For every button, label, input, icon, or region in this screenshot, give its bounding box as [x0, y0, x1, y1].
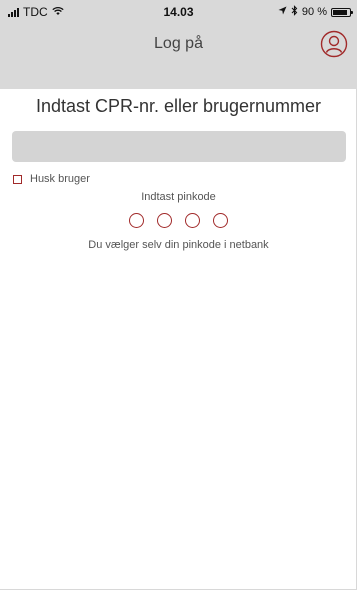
cpr-user-input[interactable] — [12, 131, 346, 162]
login-screen: TDC 14.03 90 % Log på Indtast CPR-nr. el… — [0, 0, 357, 590]
page-title: Log på — [154, 35, 203, 52]
user-profile-icon — [320, 30, 348, 58]
pin-digit-3 — [185, 213, 200, 228]
pin-digit-4 — [213, 213, 228, 228]
battery-percent: 90 % — [301, 6, 327, 18]
navigation-bar: Log på — [0, 22, 357, 67]
remember-user-toggle[interactable]: Husk bruger — [13, 173, 357, 185]
pin-label: Indtast pinkode — [141, 191, 216, 203]
battery-icon — [331, 7, 353, 17]
remember-label: Husk bruger — [30, 173, 90, 185]
pin-entry[interactable] — [0, 213, 357, 228]
remember-checkbox[interactable] — [13, 174, 22, 184]
bluetooth-icon — [291, 5, 298, 19]
status-right: 90 % — [278, 5, 353, 19]
pin-hint: Du vælger selv din pinkode i netbank — [88, 239, 269, 251]
profile-button[interactable] — [320, 30, 348, 58]
pin-digit-2 — [157, 213, 172, 228]
location-icon — [278, 6, 287, 18]
login-form: Indtast CPR-nr. eller brugernummer Husk … — [0, 89, 357, 251]
status-bar: TDC 14.03 90 % — [0, 0, 357, 22]
user-field-heading: Indtast CPR-nr. eller brugernummer — [35, 96, 322, 116]
pin-digit-1 — [129, 213, 144, 228]
